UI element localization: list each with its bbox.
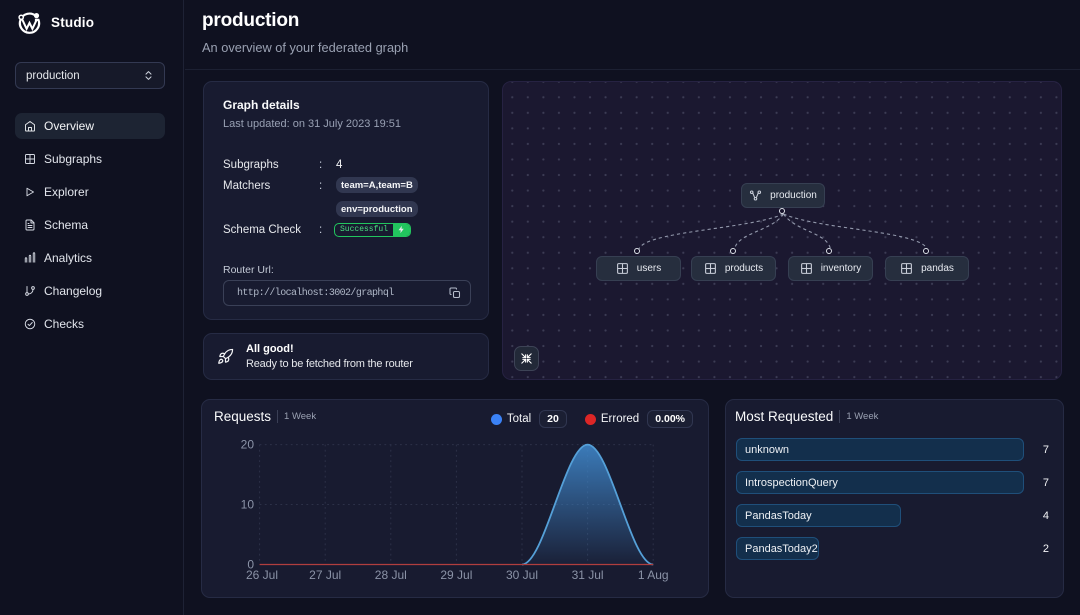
svg-text:20: 20 — [241, 438, 255, 452]
svg-text:27 Jul: 27 Jul — [309, 568, 341, 582]
svg-text:1 Aug: 1 Aug — [638, 568, 669, 582]
svg-text:28 Jul: 28 Jul — [375, 568, 407, 582]
svg-text:26 Jul: 26 Jul — [246, 568, 278, 582]
svg-text:31 Jul: 31 Jul — [572, 568, 604, 582]
svg-text:10: 10 — [241, 498, 255, 512]
svg-text:30 Jul: 30 Jul — [506, 568, 538, 582]
svg-text:29 Jul: 29 Jul — [440, 568, 472, 582]
